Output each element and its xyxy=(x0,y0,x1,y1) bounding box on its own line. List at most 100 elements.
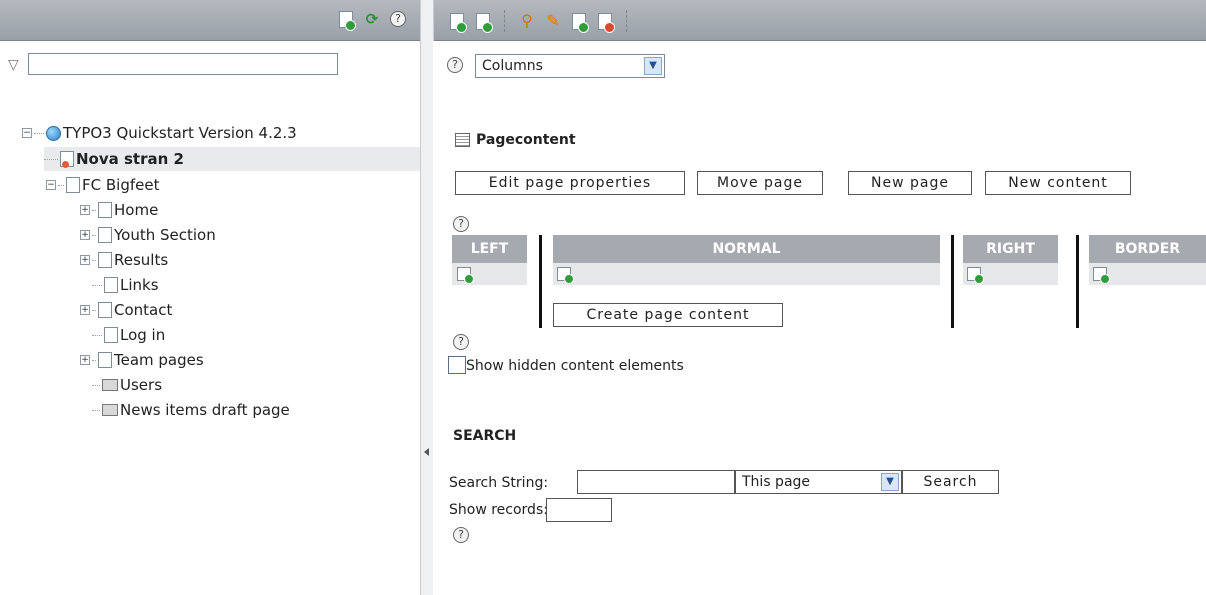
toolbar-divider xyxy=(504,10,506,32)
tree-item-label: Nova stran 2 xyxy=(76,150,184,168)
pagecontent-title: Pagecontent xyxy=(476,132,576,148)
move-page-button[interactable]: Move page xyxy=(697,171,823,195)
filter-icon: ▽ xyxy=(8,57,19,73)
show-records-label: Show records: xyxy=(449,502,548,518)
tree-item-label: Team pages xyxy=(114,351,204,369)
new-content-icon[interactable] xyxy=(1093,267,1110,284)
pane-splitter[interactable] xyxy=(420,0,434,595)
search-string-input[interactable] xyxy=(577,470,735,494)
collapse-left-icon[interactable] xyxy=(424,448,429,456)
tree-item-label: Results xyxy=(114,251,169,269)
search-icon[interactable]: ⚲ xyxy=(518,12,536,30)
page-restricted-icon xyxy=(60,151,74,168)
tree-root[interactable]: − TYPO3 Quickstart Version 4.2.3 xyxy=(22,121,297,145)
expand-icon[interactable]: + xyxy=(80,305,90,315)
tree-item-label: Youth Section xyxy=(114,226,216,244)
view-select-value: Columns xyxy=(482,58,543,74)
team-page-icon xyxy=(98,352,112,368)
collapse-icon[interactable]: − xyxy=(22,128,32,138)
left-toolbar: ⟳ ? xyxy=(337,10,407,31)
top-toolbar: ⟳ ? ⚲ ✎ xyxy=(0,0,1206,41)
view-select[interactable]: Columns ▼ xyxy=(475,54,665,78)
page-icon xyxy=(98,302,112,318)
right-toolbar: ⚲ ✎ xyxy=(448,10,632,33)
tree-item-label: Log in xyxy=(120,326,166,344)
help-icon[interactable]: ? xyxy=(453,527,469,543)
chevron-down-icon[interactable]: ▼ xyxy=(881,473,899,491)
column-divider xyxy=(951,235,954,328)
list-icon xyxy=(455,133,470,147)
expand-icon[interactable]: + xyxy=(80,205,90,215)
new-page-button[interactable]: New page xyxy=(848,171,972,195)
refresh-icon[interactable]: ⟳ xyxy=(363,10,381,28)
content-pane: ? Columns ▼ Pagecontent Edit page proper… xyxy=(433,41,1206,595)
search-button[interactable]: Search xyxy=(902,470,999,494)
tree-item-log-in[interactable]: Log in xyxy=(92,323,165,347)
help-icon[interactable]: ? xyxy=(390,11,406,27)
search-title: SEARCH xyxy=(453,428,517,444)
tree-item-team-pages[interactable]: + Team pages xyxy=(80,348,204,372)
new-content-icon[interactable] xyxy=(476,12,493,33)
show-records-input[interactable] xyxy=(546,498,612,522)
tree-item-label: Links xyxy=(120,276,159,294)
toolbar-divider xyxy=(626,10,628,32)
view-select-row: ? Columns ▼ xyxy=(433,41,1206,91)
schedule-icon[interactable] xyxy=(598,12,615,33)
tree-item-results[interactable]: + Results xyxy=(80,248,168,272)
shortcut-page-icon xyxy=(98,202,112,218)
tree-root-label: TYPO3 Quickstart Version 4.2.3 xyxy=(63,124,297,142)
column-right-header: RIGHT xyxy=(963,235,1058,263)
tree-item-nova-stran[interactable]: Nova stran 2 xyxy=(44,147,420,171)
help-icon[interactable]: ? xyxy=(447,57,463,73)
tree-item-label: Contact xyxy=(114,301,173,319)
shortcut-page-icon xyxy=(98,252,112,268)
folder-icon xyxy=(102,404,118,416)
column-normal-body xyxy=(553,263,940,285)
tree-item-fc-bigfeet[interactable]: − FC Bigfeet xyxy=(46,173,159,197)
tree-item-home[interactable]: + Home xyxy=(80,198,158,222)
column-normal-header: NORMAL xyxy=(553,235,940,263)
page-icon xyxy=(66,177,80,193)
pagecontent-heading: Pagecontent xyxy=(455,132,576,148)
page-icon xyxy=(104,277,118,293)
new-page-icon[interactable] xyxy=(450,12,467,33)
new-content-icon[interactable] xyxy=(967,267,984,284)
expand-icon[interactable]: + xyxy=(80,230,90,240)
create-page-content-button[interactable]: Create page content xyxy=(553,303,783,327)
column-divider xyxy=(1076,235,1079,328)
help-icon[interactable]: ? xyxy=(453,334,469,350)
column-border-header: BORDER xyxy=(1089,235,1206,263)
page-tree-pane: ▽ − TYPO3 Quickstart Version 4.2.3 Nova … xyxy=(0,41,420,595)
globe-icon xyxy=(46,125,61,141)
column-divider xyxy=(539,235,542,328)
edit-page-properties-button[interactable]: Edit page properties xyxy=(455,171,685,195)
tree-item-label: Users xyxy=(120,376,163,394)
column-left-header: LEFT xyxy=(452,235,527,263)
tree-item-contact[interactable]: + Contact xyxy=(80,298,172,322)
show-hidden-checkbox[interactable] xyxy=(448,356,466,374)
filter-input[interactable] xyxy=(28,53,338,75)
edit-icon[interactable]: ✎ xyxy=(544,12,562,30)
tree-item-links[interactable]: Links xyxy=(92,273,159,297)
search-scope-select[interactable]: This page ▼ xyxy=(735,470,902,494)
chevron-down-icon[interactable]: ▼ xyxy=(644,57,662,75)
page-icon xyxy=(104,327,118,343)
new-content-icon[interactable] xyxy=(557,267,574,284)
folder-icon xyxy=(102,379,118,391)
search-scope-value: This page xyxy=(742,474,811,490)
collapse-icon[interactable]: − xyxy=(46,180,56,190)
new-content-icon[interactable] xyxy=(457,267,474,284)
move-icon[interactable] xyxy=(572,12,589,33)
tree-item-label: Home xyxy=(114,201,159,219)
tree-item-users[interactable]: Users xyxy=(92,373,162,397)
help-icon[interactable]: ? xyxy=(453,216,469,232)
page-icon xyxy=(98,227,112,243)
tree-item-youth-section[interactable]: + Youth Section xyxy=(80,223,216,247)
expand-icon[interactable]: + xyxy=(80,355,90,365)
new-page-icon[interactable] xyxy=(339,10,356,31)
show-hidden-label: Show hidden content elements xyxy=(466,358,684,374)
expand-icon[interactable]: + xyxy=(80,255,90,265)
new-content-button[interactable]: New content xyxy=(985,171,1131,195)
show-hidden-row: Show hidden content elements xyxy=(448,356,684,374)
tree-item-news-items[interactable]: News items draft page xyxy=(92,398,290,422)
